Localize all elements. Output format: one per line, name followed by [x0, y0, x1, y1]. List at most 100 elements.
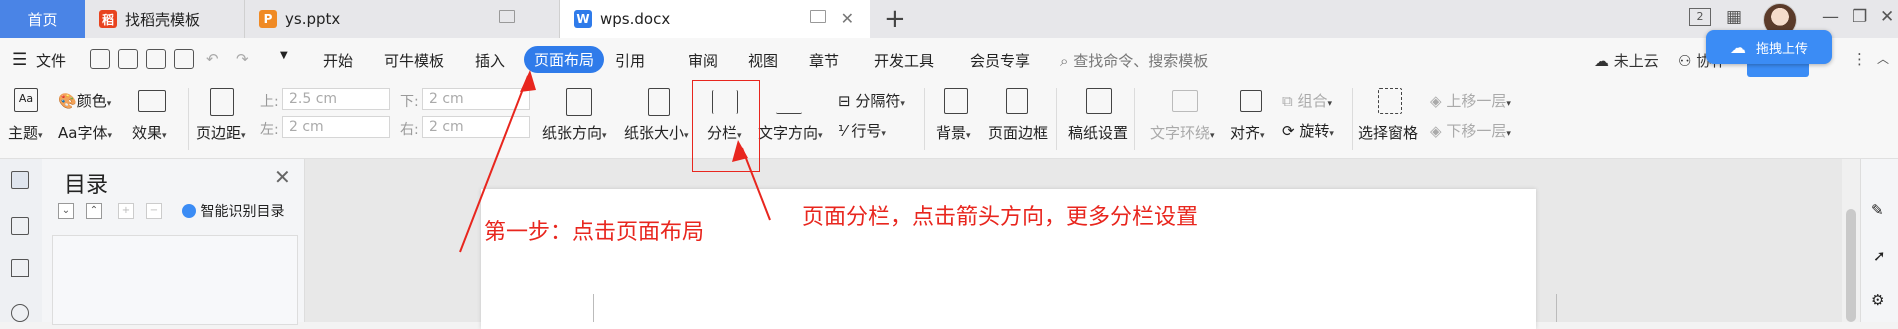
separator	[1056, 88, 1057, 150]
effect-icon[interactable]	[138, 90, 166, 112]
menu-review[interactable]: 审阅	[688, 50, 718, 71]
workspace-icon[interactable]: 2	[1689, 8, 1711, 26]
menu-start[interactable]: 开始	[323, 50, 353, 71]
float-window-icon[interactable]	[499, 10, 515, 23]
text-wrap-button: 文字环绕▾	[1150, 124, 1215, 142]
search-icon[interactable]	[11, 304, 29, 322]
text-direction-button[interactable]: 文字方向▾	[758, 122, 823, 143]
bookmark-icon[interactable]	[11, 259, 29, 277]
line-number-label: 行号	[851, 122, 882, 140]
tab-home[interactable]: 首页	[0, 0, 85, 38]
quick-access-menu-icon[interactable]: ▼	[280, 50, 288, 61]
right-margin-input[interactable]: 2 cm	[422, 116, 530, 138]
right-toolbar: ✎ ➚ ⚙	[1860, 159, 1898, 322]
font-icon: Aa	[58, 124, 78, 142]
left-margin-input[interactable]: 2 cm	[282, 116, 390, 138]
redo-icon[interactable]: ↷	[236, 50, 249, 68]
orientation-button[interactable]: 纸张方向▾	[542, 122, 607, 143]
send-backward-button: ◈ 下移一层▾	[1430, 122, 1511, 140]
selection-pane-icon[interactable]	[1378, 88, 1402, 114]
close-tab-icon[interactable]: ✕	[841, 9, 854, 28]
settings-sliders-icon[interactable]: ⚙	[1871, 291, 1884, 309]
orientation-icon[interactable]	[566, 88, 592, 116]
restore-icon[interactable]: ❐	[1852, 7, 1867, 27]
columns-highlight-box	[692, 80, 760, 172]
align-label: 对齐	[1230, 124, 1261, 142]
cloud-status[interactable]: ☁ 未上云	[1594, 50, 1659, 71]
menu-kuniu-template[interactable]: 可牛模板	[384, 50, 444, 71]
save-icon[interactable]	[90, 49, 110, 69]
menu-insert[interactable]: 插入	[475, 50, 505, 71]
align-button[interactable]: 对齐▾	[1230, 122, 1265, 143]
effect-button[interactable]: 效果▾	[132, 122, 167, 143]
menu-page-layout[interactable]: 页面布局	[524, 46, 604, 73]
add-heading-icon: +	[118, 203, 134, 219]
manuscript-button[interactable]: 稿纸设置	[1068, 122, 1128, 143]
close-window-icon[interactable]: ✕	[1880, 7, 1894, 27]
bottom-margin-input[interactable]: 2 cm	[422, 88, 530, 110]
vertical-scrollbar[interactable]	[1842, 159, 1860, 322]
hamburger-icon[interactable]: ☰	[12, 50, 27, 70]
tab-docx[interactable]: W wps.docx ✕	[560, 0, 870, 38]
rotate-button[interactable]: ⟳ 旋转▾	[1282, 120, 1334, 141]
line-number-button[interactable]: ⅟ 行号▾	[838, 120, 886, 141]
send-backward-label: 下移一层	[1446, 122, 1507, 140]
text-direction-icon[interactable]	[776, 88, 802, 114]
tab-pptx-label: ys.pptx	[285, 10, 341, 28]
send-backward-icon: ◈	[1430, 122, 1442, 140]
paper-size-icon[interactable]	[648, 88, 670, 116]
upload-cloud-icon: ☁	[1729, 37, 1746, 57]
tab-template[interactable]: 稻 找稻壳模板	[85, 0, 245, 38]
tab-template-label: 找稻壳模板	[125, 10, 201, 29]
expand-all-icon[interactable]: ⌄	[58, 203, 74, 219]
collapse-all-icon[interactable]: ⌃	[86, 203, 102, 219]
undo-icon[interactable]: ↶	[206, 50, 219, 68]
float-window-icon[interactable]	[810, 10, 826, 23]
new-tab-icon[interactable]: +	[884, 4, 906, 34]
bring-forward-icon: ◈	[1430, 92, 1442, 110]
menu-file[interactable]: 文件	[36, 50, 66, 71]
paper-size-button[interactable]: 纸张大小▾	[624, 122, 689, 143]
bring-forward-button: ◈ 上移一层▾	[1430, 92, 1511, 110]
scroll-thumb[interactable]	[1846, 209, 1856, 322]
manuscript-icon[interactable]	[1086, 88, 1112, 114]
smart-toc-button[interactable]: 智能识别目录	[182, 201, 284, 221]
close-icon[interactable]: ✕	[274, 165, 291, 189]
separator	[924, 88, 925, 150]
selection-pane-button[interactable]: 选择窗格	[1358, 122, 1418, 143]
print-icon[interactable]	[146, 49, 166, 69]
background-button[interactable]: 背景▾	[936, 122, 971, 143]
separator-button[interactable]: ⊟ 分隔符▾	[838, 90, 905, 111]
menu-view[interactable]: 视图	[748, 50, 778, 71]
toc-panel-icon[interactable]	[11, 171, 29, 189]
collapse-ribbon-icon[interactable]: ︿	[1877, 50, 1889, 67]
theme-icon[interactable]: Aa	[14, 88, 38, 112]
margin-icon[interactable]	[210, 88, 234, 116]
pen-icon[interactable]: ✎	[1871, 201, 1884, 219]
effect-label: 效果	[132, 124, 163, 142]
search-input[interactable]: ⌕ 查找命令、搜索模板	[1060, 50, 1208, 71]
color-button[interactable]: 🎨颜色▾	[58, 90, 111, 111]
font-button[interactable]: Aa字体▾	[58, 122, 112, 143]
apps-grid-icon[interactable]: ▦	[1726, 7, 1742, 27]
menu-developer[interactable]: 开发工具	[874, 50, 934, 71]
more-icon[interactable]: ⋮	[1852, 50, 1867, 68]
pptx-file-icon: P	[259, 10, 277, 28]
top-margin-input[interactable]: 2.5 cm	[282, 88, 390, 110]
background-icon[interactable]	[944, 88, 968, 114]
margin-button[interactable]: 页边距▾	[196, 122, 246, 143]
minimize-icon[interactable]: —	[1822, 7, 1839, 27]
theme-button[interactable]: 主题▾	[8, 122, 43, 143]
cursor-icon[interactable]: ➚	[1873, 247, 1886, 265]
page-border-icon[interactable]	[1006, 88, 1028, 114]
navigation-icon[interactable]	[11, 217, 29, 235]
page-border-button[interactable]: 页面边框	[988, 122, 1048, 143]
menu-reference[interactable]: 引用	[615, 50, 645, 71]
print-preview-icon[interactable]	[174, 49, 194, 69]
drag-upload-button[interactable]: ☁ 拖拽上传	[1706, 30, 1832, 64]
align-icon[interactable]	[1240, 90, 1262, 112]
menu-member[interactable]: 会员专享	[970, 50, 1030, 71]
menu-chapter[interactable]: 章节	[809, 50, 839, 71]
export-pdf-icon[interactable]	[118, 49, 138, 69]
tab-pptx[interactable]: P ys.pptx	[245, 0, 560, 38]
